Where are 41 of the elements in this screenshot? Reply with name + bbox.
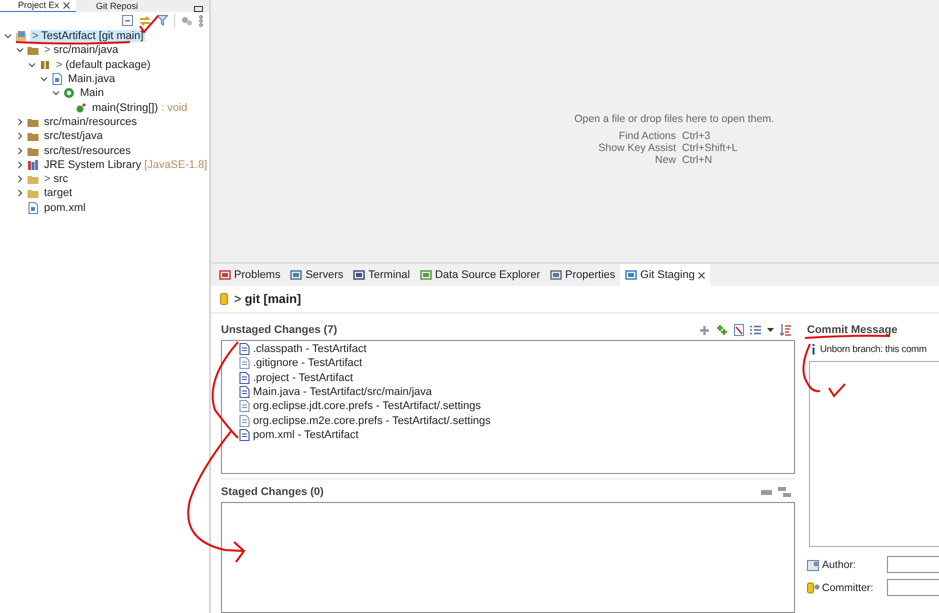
editor-hint: Open a file or drop files here to open them. <box>574 113 774 125</box>
shortcut-keys: Ctrl+N <box>682 154 768 166</box>
info-message: Unborn branch: this comm <box>820 344 927 355</box>
file-entry[interactable]: .gitignore - TestArtifact <box>253 357 362 370</box>
shortcut-action: New <box>654 154 676 166</box>
tree-item[interactable]: > TestArtifact [git main] <box>30 30 146 42</box>
shortcut-action: Find Actions <box>618 130 676 142</box>
tree-item[interactable]: pom.xml <box>42 202 88 214</box>
tree-item[interactable]: src/test/java <box>42 130 105 142</box>
tree-item[interactable]: src/main/resources <box>42 116 139 128</box>
tree-item[interactable]: src/test/resources <box>42 144 133 157</box>
view-tab[interactable]: Problems <box>214 264 286 286</box>
tree-item[interactable]: > src <box>42 173 70 186</box>
tree-item[interactable]: target <box>42 187 74 200</box>
view-tab[interactable]: Servers <box>285 264 348 286</box>
shortcut-keys: Ctrl+Shift+L <box>682 142 768 154</box>
file-entry[interactable]: .project - TestArtifact <box>253 372 354 384</box>
committer-label: Committer: <box>822 582 874 594</box>
tree-item[interactable]: Main.java <box>66 73 118 86</box>
section-title: Unstaged Changes (7) <box>221 324 338 336</box>
view-tab[interactable]: Project Ex <box>0 0 76 12</box>
section-title: Commit Message <box>807 324 898 336</box>
file-entry[interactable]: Main.java - TestArtifact/src/main/java <box>253 386 432 398</box>
shortcut-keys: Ctrl+3 <box>682 130 768 142</box>
author-label: Author: <box>822 558 857 570</box>
view-tab[interactable]: Properties <box>545 264 620 286</box>
tree-item[interactable]: main(String[]) : void <box>90 102 190 114</box>
repository-title: > git [main] <box>234 292 302 306</box>
section-title: Staged Changes (0) <box>221 486 324 498</box>
file-entry[interactable]: pom.xml - TestArtifact <box>253 428 359 441</box>
view-tab[interactable]: Git Staging <box>620 264 710 286</box>
view-tab[interactable]: Terminal <box>348 264 415 286</box>
shortcut-action: Show Key Assist <box>598 142 676 154</box>
tree-item[interactable]: Main <box>78 87 106 100</box>
view-tab[interactable]: Data Source Explorer <box>414 264 546 286</box>
file-entry[interactable]: org.eclipse.m2e.core.prefs - TestArtifact/.settings <box>253 414 491 427</box>
tree-item[interactable]: > (default package) <box>54 58 152 71</box>
file-entry[interactable]: .classpath - TestArtifact <box>253 343 367 356</box>
tree-item[interactable]: > src/main/java <box>42 44 120 56</box>
file-entry[interactable]: org.eclipse.jdt.core.prefs - TestArtifact/.settings <box>253 400 481 412</box>
tree-item[interactable]: JRE System Library [JavaSE-1.8] <box>42 158 210 171</box>
